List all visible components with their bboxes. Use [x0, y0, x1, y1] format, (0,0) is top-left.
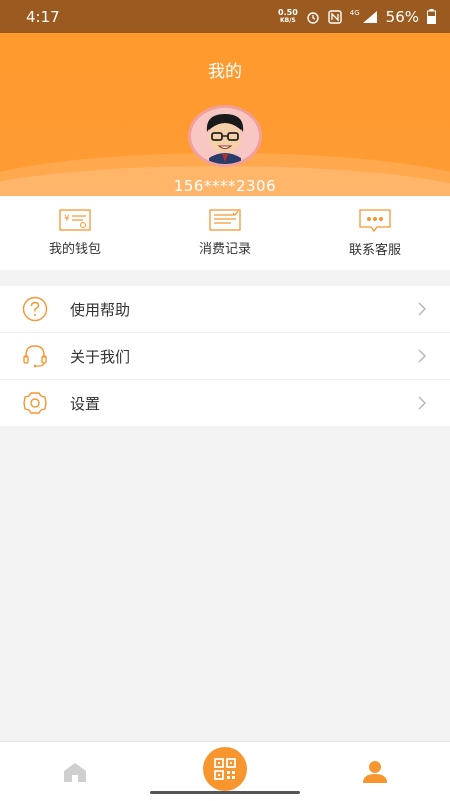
headset-icon: [23, 345, 47, 368]
wallet-button[interactable]: ¥ 我的钱包: [0, 196, 150, 270]
chat-icon: [359, 209, 391, 233]
gear-icon: [23, 392, 47, 414]
records-icon: [209, 209, 241, 231]
customer-service-button[interactable]: 联系客服: [300, 196, 450, 270]
phone-number: 156****2306: [173, 177, 277, 195]
qr-code-icon: [214, 757, 236, 780]
help-icon: [22, 296, 48, 322]
status-time: 4:17: [26, 7, 60, 26]
signal-icon: [362, 10, 377, 23]
menu-label-about: 关于我们: [70, 347, 131, 366]
network-type: 4G: [349, 8, 360, 17]
svg-text:¥: ¥: [64, 214, 70, 224]
menu-item-settings[interactable]: 设置: [0, 380, 450, 426]
menu-label-help: 使用帮助: [70, 300, 131, 319]
menu-item-about[interactable]: 关于我们: [0, 333, 450, 380]
menu-label-settings: 设置: [70, 394, 101, 413]
battery-icon: [427, 9, 436, 24]
chevron-right-icon: [418, 396, 426, 410]
home-icon: [64, 762, 86, 782]
alarm-icon: [307, 11, 319, 24]
status-bar: 4:17 0.50 KB/S 4G 56%: [0, 0, 450, 33]
quick-actions: ¥ 我的钱包 消费记录 联系客服: [0, 196, 450, 270]
scan-button[interactable]: [203, 746, 247, 791]
chevron-right-icon: [418, 302, 426, 316]
gesture-bar[interactable]: [150, 791, 300, 794]
wallet-label: 我的钱包: [48, 242, 101, 257]
menu-item-help[interactable]: 使用帮助: [0, 286, 450, 333]
avatar[interactable]: [188, 105, 262, 167]
chevron-right-icon: [418, 349, 426, 363]
avatar-face-icon: [206, 114, 244, 164]
records-button[interactable]: 消费记录: [150, 196, 300, 270]
page-title: 我的: [208, 62, 242, 82]
records-label: 消费记录: [198, 242, 251, 257]
net-speed: 0.50 KB/S: [278, 7, 298, 24]
wallet-icon: ¥: [59, 209, 91, 231]
status-icons: 0.50 KB/S 4G 56%: [278, 8, 436, 26]
tab-home[interactable]: [0, 742, 150, 801]
tab-profile[interactable]: [300, 742, 450, 801]
profile-header: 我的 156****2306: [0, 33, 450, 196]
nfc-icon: [328, 9, 342, 24]
battery-percent: 56%: [385, 7, 419, 26]
customer-service-label: 联系客服: [348, 243, 401, 258]
settings-menu: 使用帮助 关于我们 设置: [0, 286, 450, 426]
person-icon: [363, 760, 387, 783]
